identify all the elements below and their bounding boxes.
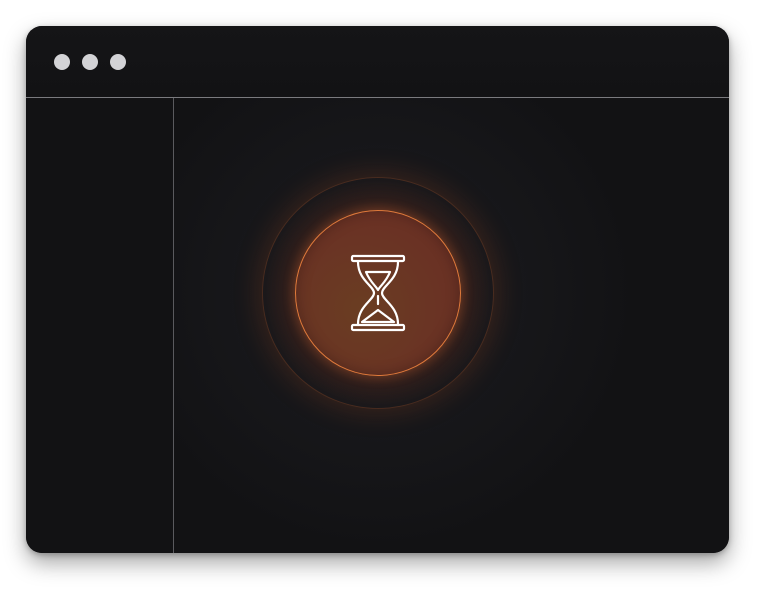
main-content (174, 98, 729, 553)
window-control-dot[interactable] (54, 54, 70, 70)
app-window (26, 26, 729, 553)
window-control-dot[interactable] (82, 54, 98, 70)
hourglass-icon (350, 254, 406, 332)
window-controls (54, 54, 126, 70)
loading-indicator (295, 210, 461, 376)
window-control-dot[interactable] (110, 54, 126, 70)
sidebar (26, 98, 174, 553)
title-bar (26, 26, 729, 98)
